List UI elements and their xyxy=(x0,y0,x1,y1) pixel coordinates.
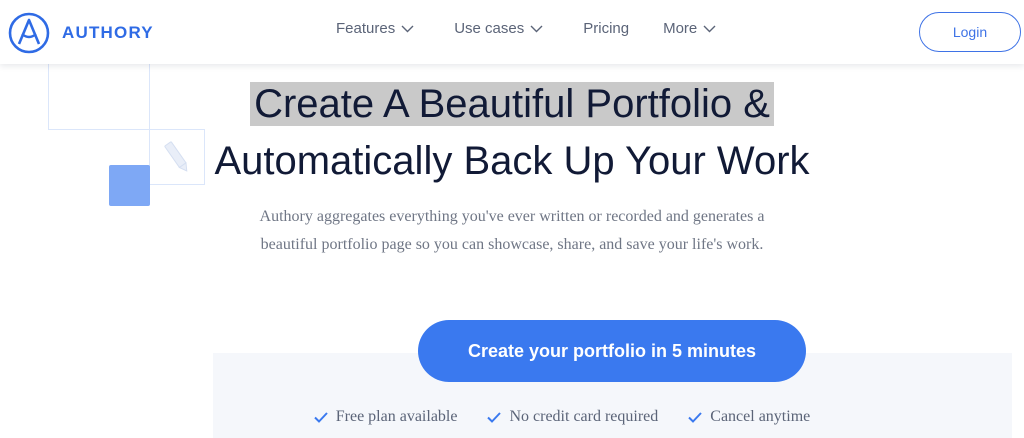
feature-label: Free plan available xyxy=(335,408,458,425)
nav-pricing[interactable]: Pricing xyxy=(583,20,629,37)
hero-title-highlight: Create A Beautiful Portfolio & xyxy=(250,82,774,126)
feature-item: Cancel anytime xyxy=(688,408,810,426)
nav-use-cases[interactable]: Use cases xyxy=(454,20,543,37)
nav-more-label: More xyxy=(663,20,698,37)
authory-logo-icon xyxy=(8,12,50,54)
hero-title-line-1: Create A Beautiful Portfolio & xyxy=(0,76,1024,132)
create-portfolio-button[interactable]: Create your portfolio in 5 minutes xyxy=(418,320,806,382)
check-icon xyxy=(688,411,703,423)
feature-label: No credit card required xyxy=(509,408,659,425)
brand-name: AUTHORY xyxy=(62,23,154,42)
hero-subtitle-line-2: beautiful portfolio page so you can show… xyxy=(260,236,764,253)
chevron-down-icon xyxy=(530,25,543,32)
feature-label: Cancel anytime xyxy=(710,408,811,425)
nav-features[interactable]: Features xyxy=(336,20,414,37)
feature-item: Free plan available xyxy=(314,408,458,426)
nav-use-cases-label: Use cases xyxy=(454,20,525,37)
brand-logo[interactable]: AUTHORY xyxy=(8,12,154,54)
hero-subtitle-line-1: Authory aggregates everything you've eve… xyxy=(259,208,765,225)
chevron-down-icon xyxy=(401,25,414,32)
nav-pricing-label: Pricing xyxy=(583,20,630,37)
hero-subtitle: Authory aggregates everything you've eve… xyxy=(0,203,1024,259)
top-navigation-bar: AUTHORY Features Use cases Pricing More … xyxy=(0,0,1024,64)
main-nav: Features Use cases Pricing More xyxy=(336,20,716,37)
feature-item: No credit card required xyxy=(487,408,658,426)
chevron-down-icon xyxy=(703,25,716,32)
feature-list: Free plan available No credit card requi… xyxy=(0,408,1024,426)
hero-title-line-2: Automatically Back Up Your Work xyxy=(214,139,810,183)
nav-more[interactable]: More xyxy=(663,20,716,37)
login-button[interactable]: Login xyxy=(919,12,1021,52)
check-icon xyxy=(487,411,502,423)
nav-features-label: Features xyxy=(336,20,396,37)
check-icon xyxy=(314,411,328,423)
